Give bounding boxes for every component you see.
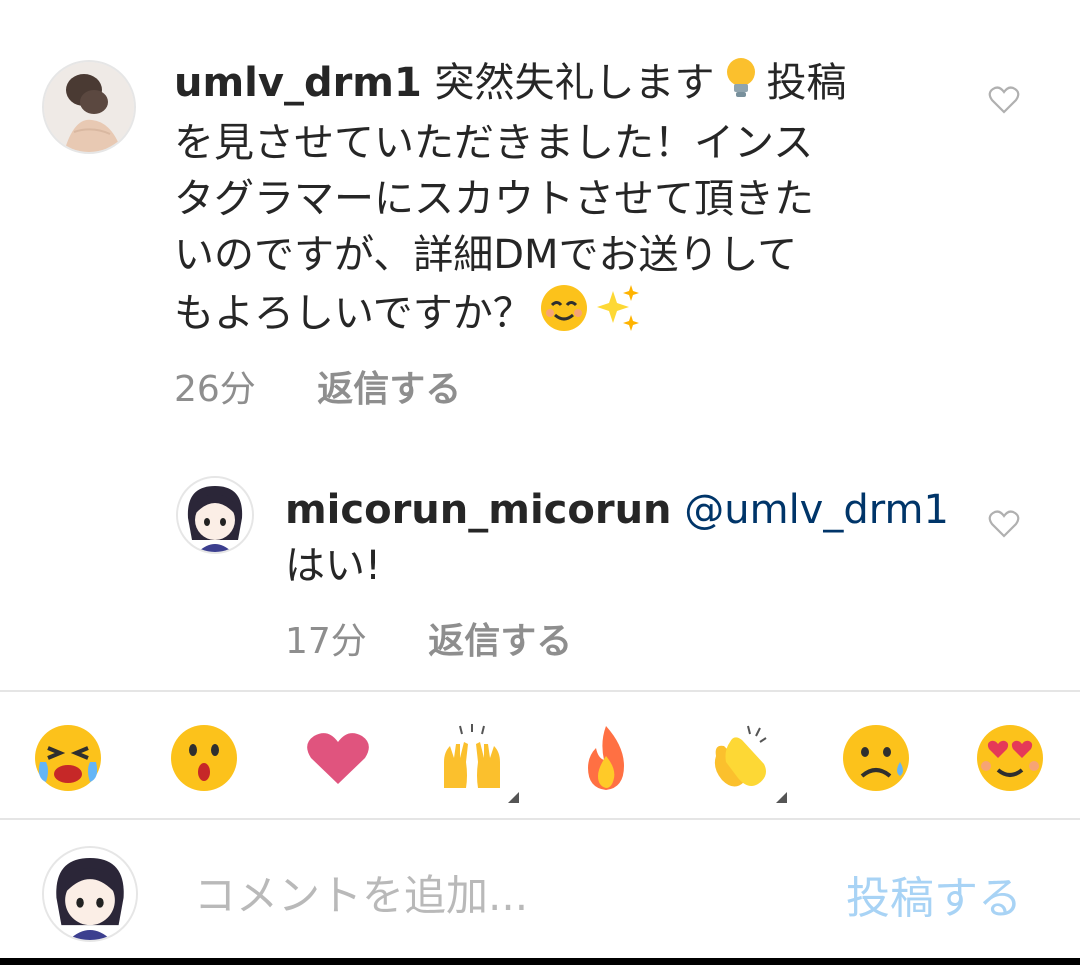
my-avatar bbox=[42, 846, 138, 942]
username[interactable]: micorun_micorun bbox=[285, 487, 672, 533]
variant-indicator bbox=[508, 792, 519, 803]
comment-line: いのですが、詳細DMでお送りして bbox=[174, 231, 798, 278]
heart-eyes-face-icon[interactable] bbox=[970, 718, 1050, 798]
variant-indicator bbox=[776, 792, 787, 803]
comment-text: 投稿 bbox=[766, 60, 847, 106]
comment-umlv: umlv_drm1 突然失礼します 投稿 を見させていただきました！インス タグ… bbox=[0, 0, 1080, 440]
comment-line: タグラマーにスカウトさせて頂きた bbox=[174, 175, 814, 222]
timestamp: 17分 bbox=[285, 621, 367, 662]
like-heart-icon[interactable] bbox=[988, 508, 1020, 544]
relieved-face-icon bbox=[539, 283, 589, 348]
emoji-quick-bar bbox=[0, 700, 1080, 815]
username[interactable]: umlv_drm1 bbox=[174, 60, 422, 106]
avatar[interactable] bbox=[42, 60, 136, 154]
reply-button[interactable]: 返信する bbox=[428, 621, 572, 662]
comment-body: umlv_drm1 突然失礼します 投稿 を見させていただきました！インス タグ… bbox=[174, 55, 954, 348]
avatar[interactable] bbox=[176, 476, 254, 554]
like-heart-icon[interactable] bbox=[988, 84, 1020, 120]
clapping-hands-icon[interactable] bbox=[700, 718, 780, 798]
timestamp: 26分 bbox=[174, 369, 256, 410]
sparkles-icon bbox=[593, 283, 641, 348]
comment-line: を見させていただきました！インス bbox=[174, 119, 814, 166]
avatar-illustration bbox=[44, 848, 136, 940]
comment-body: micorun_micorun @umlv_drm1 はい! bbox=[285, 482, 965, 594]
comment-input[interactable] bbox=[192, 864, 796, 926]
divider bbox=[0, 690, 1080, 692]
avatar-illustration bbox=[178, 478, 252, 552]
comment-micorun: micorun_micorun @umlv_drm1 はい! 17分 返信する bbox=[0, 460, 1080, 680]
bottom-edge bbox=[0, 958, 1080, 965]
comment-meta: 17分 返信する bbox=[285, 612, 572, 664]
comment-line: umlv_drm1 突然失礼します 投稿 bbox=[174, 55, 954, 115]
crying-face-icon[interactable] bbox=[28, 718, 108, 798]
comment-composer: 投稿する bbox=[0, 820, 1080, 965]
comment-text: もよろしいですか？ bbox=[174, 290, 533, 336]
surprised-face-icon[interactable] bbox=[164, 718, 244, 798]
light-bulb-icon bbox=[721, 56, 761, 115]
mention-link[interactable]: @umlv_drm1 bbox=[684, 487, 949, 533]
comment-line: もよろしいですか？ bbox=[174, 283, 954, 348]
avatar-photo bbox=[44, 62, 134, 152]
comment-text: 突然失礼します bbox=[434, 60, 715, 106]
heart-icon[interactable] bbox=[298, 718, 378, 798]
reply-button[interactable]: 返信する bbox=[317, 369, 461, 410]
comment-meta: 26分 返信する bbox=[174, 360, 461, 412]
fire-icon[interactable] bbox=[566, 718, 646, 798]
comment-line: micorun_micorun @umlv_drm1 bbox=[285, 482, 965, 538]
raised-hands-icon[interactable] bbox=[432, 718, 512, 798]
sad-sweat-face-icon[interactable] bbox=[836, 718, 916, 798]
post-button[interactable]: 投稿する bbox=[846, 862, 1022, 926]
comment-text: はい! bbox=[285, 543, 382, 589]
